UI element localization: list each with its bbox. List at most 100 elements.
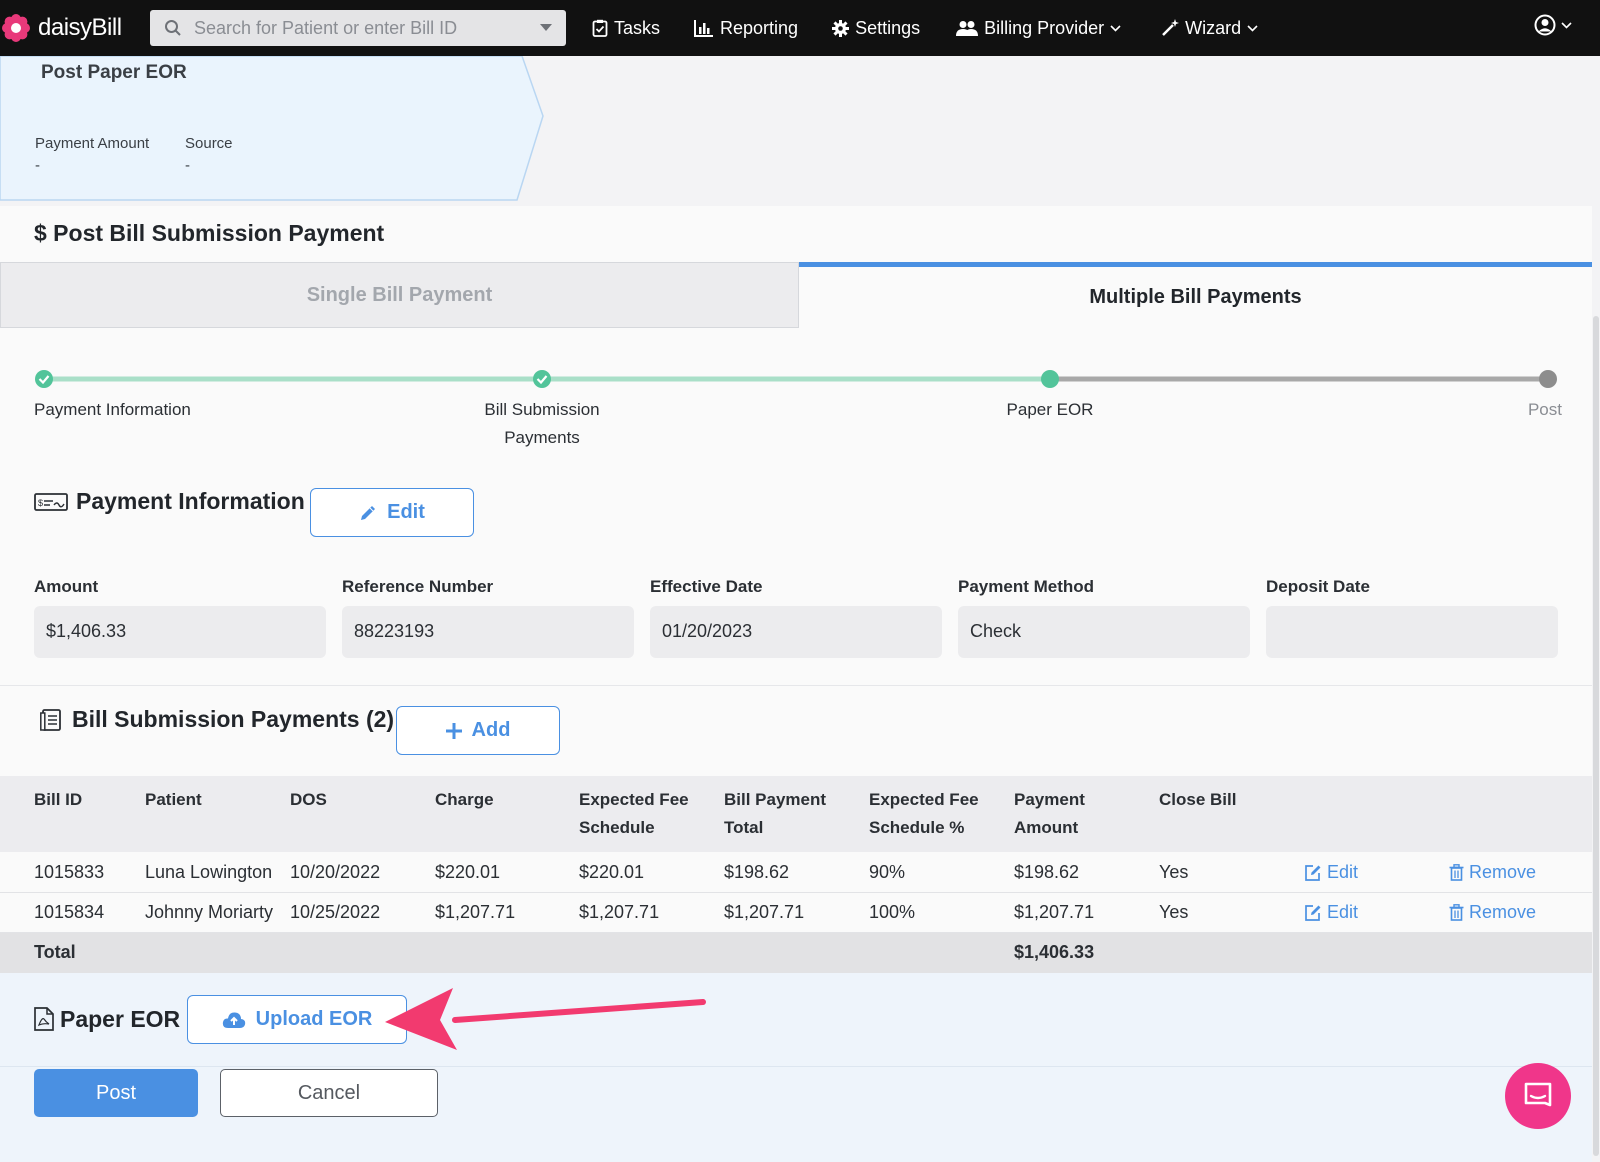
tab-multiple-bill-payments[interactable]: Multiple Bill Payments bbox=[799, 262, 1592, 328]
nav-wizard-label: Wizard bbox=[1185, 17, 1242, 38]
step-card-title: Post Paper EOR bbox=[41, 62, 187, 83]
svg-text:$: $ bbox=[38, 498, 43, 508]
source-label: Source bbox=[185, 135, 233, 152]
brand-logo[interactable]: daisyBill bbox=[2, 14, 142, 42]
step-label-line: Payments bbox=[504, 428, 580, 447]
nav-tasks[interactable]: Tasks bbox=[592, 18, 660, 39]
cloud-upload-icon bbox=[222, 1011, 245, 1028]
column-header-expected-fee-schedule-pct: Expected Fee Schedule % bbox=[869, 786, 979, 842]
step-label-payment-information: Payment Information bbox=[34, 400, 191, 419]
column-header-bill-id: Bill ID bbox=[34, 786, 82, 814]
caret-down-icon[interactable] bbox=[540, 24, 552, 32]
effective-date-field: 01/20/2023 bbox=[650, 606, 942, 658]
user-menu-button[interactable] bbox=[1534, 14, 1572, 36]
post-button[interactable]: Post bbox=[34, 1069, 198, 1117]
column-header-text: Bill ID bbox=[34, 790, 83, 809]
cell-bill-payment-total: $1,207.71 bbox=[724, 902, 805, 922]
nav-wizard[interactable]: Wizard bbox=[1161, 18, 1258, 39]
row-edit-link[interactable]: Edit bbox=[1304, 902, 1358, 923]
cell-patient: Johnny Moriarty bbox=[145, 902, 274, 922]
pencil-icon bbox=[361, 505, 376, 520]
step-pending-marker bbox=[1539, 370, 1557, 388]
payment-amount-value: - bbox=[35, 157, 40, 174]
add-bill-payment-button[interactable]: Add bbox=[396, 706, 560, 755]
users-icon bbox=[956, 20, 979, 36]
annotation-arrow bbox=[385, 988, 706, 1050]
cell-bill-payment-total: $198.62 bbox=[724, 862, 790, 882]
cell-expected-pct: 100% bbox=[869, 902, 916, 922]
chat-icon bbox=[1524, 1082, 1552, 1107]
column-header-text: Amount bbox=[1014, 818, 1079, 837]
source-value: - bbox=[185, 157, 190, 174]
column-header-expected-fee-schedule: Expected Fee Schedule bbox=[579, 786, 689, 842]
cell-dos: 10/25/2022 bbox=[290, 902, 381, 922]
row-remove-label: Remove bbox=[1469, 862, 1537, 882]
payment-information-title: Payment Information bbox=[76, 488, 305, 514]
upload-eor-button-label: Upload EOR bbox=[255, 1008, 373, 1030]
section-divider bbox=[0, 685, 1592, 686]
step-label-paper-eor: Paper EOR bbox=[1006, 400, 1094, 419]
column-header-text: Charge bbox=[435, 790, 494, 809]
column-header-text: Schedule bbox=[579, 818, 655, 837]
cell-close-bill: Yes bbox=[1159, 862, 1189, 882]
column-header-text: DOS bbox=[290, 790, 327, 809]
progress-stepper: Payment Information Bill Submission Paym… bbox=[0, 356, 1592, 456]
nav-billing-provider[interactable]: Billing Provider bbox=[956, 18, 1121, 39]
cancel-button[interactable]: Cancel bbox=[220, 1069, 438, 1117]
row-edit-label: Edit bbox=[1327, 902, 1359, 922]
search-input[interactable]: Search for Patient or enter Bill ID bbox=[150, 10, 566, 46]
total-label: Total bbox=[34, 942, 76, 962]
column-header-text: Payment bbox=[1014, 790, 1085, 809]
row-edit-link[interactable]: Edit bbox=[1304, 862, 1358, 883]
magic-wand-icon bbox=[1162, 19, 1180, 36]
column-header-text: Patient bbox=[145, 790, 202, 809]
cell-expected-fee: $220.01 bbox=[579, 862, 645, 882]
cell-dos: 10/20/2022 bbox=[290, 862, 381, 882]
upload-eor-button[interactable]: Upload EOR bbox=[187, 995, 407, 1044]
edit-payment-button-label: Edit bbox=[387, 501, 425, 523]
column-header-text: Bill Payment bbox=[724, 790, 827, 809]
nav-reporting-label: Reporting bbox=[720, 17, 799, 38]
progress-track bbox=[35, 370, 1557, 388]
column-header-charge: Charge bbox=[435, 786, 494, 814]
column-header-text: Schedule % bbox=[869, 818, 965, 837]
page-scrollbar[interactable] bbox=[1592, 56, 1600, 1162]
paper-eor-header: Paper EOR bbox=[34, 995, 180, 1043]
chevron-down-icon bbox=[1110, 24, 1121, 32]
cell-expected-fee: $1,207.71 bbox=[579, 902, 660, 922]
cell-charge: $220.01 bbox=[435, 862, 501, 882]
step-label-line: Bill Submission bbox=[484, 400, 600, 419]
step-current-marker bbox=[1041, 370, 1059, 388]
step-done-marker bbox=[533, 370, 551, 388]
row-remove-link[interactable]: Remove bbox=[1449, 902, 1536, 923]
cell-payment-amount: $198.62 bbox=[1014, 862, 1080, 882]
trash-icon bbox=[1449, 904, 1464, 921]
tab-single-bill-payment[interactable]: Single Bill Payment bbox=[0, 262, 799, 328]
column-header-bill-payment-total: Bill Payment Total bbox=[724, 786, 826, 842]
column-header-patient: Patient bbox=[145, 786, 202, 814]
cell-bill-id: 1015833 bbox=[34, 862, 105, 882]
chat-support-button[interactable] bbox=[1505, 1063, 1571, 1129]
deposit-date-label: Deposit Date bbox=[1266, 577, 1370, 596]
nav-reporting[interactable]: Reporting bbox=[694, 18, 798, 39]
bill-submission-payments-header: Bill Submission Payments (2) bbox=[40, 706, 394, 733]
nav-settings-label: Settings bbox=[855, 17, 921, 38]
nav-settings[interactable]: Settings bbox=[832, 18, 920, 39]
row-remove-link[interactable]: Remove bbox=[1449, 862, 1536, 883]
edit-payment-button[interactable]: Edit bbox=[310, 488, 474, 537]
page-title: $ Post Bill Submission Payment bbox=[34, 220, 385, 246]
paper-eor-title: Paper EOR bbox=[60, 1005, 181, 1032]
amount-label: Amount bbox=[34, 577, 99, 596]
brand-name: daisyBill bbox=[38, 14, 122, 41]
payment-method-label: Payment Method bbox=[958, 577, 1095, 596]
search-placeholder: Search for Patient or enter Bill ID bbox=[194, 17, 458, 38]
scrollbar-thumb[interactable] bbox=[1593, 316, 1599, 1156]
paper-eor-section: Paper EOR Upload EOR bbox=[0, 973, 1592, 1162]
clipboard-check-icon bbox=[592, 19, 608, 37]
section-divider bbox=[0, 1066, 1592, 1067]
step-label-bill-submission-payments: Bill Submission Payments bbox=[442, 396, 642, 452]
column-header-text: Total bbox=[724, 818, 764, 837]
column-header-payment-amount: Payment Amount bbox=[1014, 786, 1085, 842]
table-header: Bill ID Patient DOS Charge Expected Fee S… bbox=[0, 776, 1592, 852]
effective-date-label: Effective Date bbox=[650, 577, 763, 596]
